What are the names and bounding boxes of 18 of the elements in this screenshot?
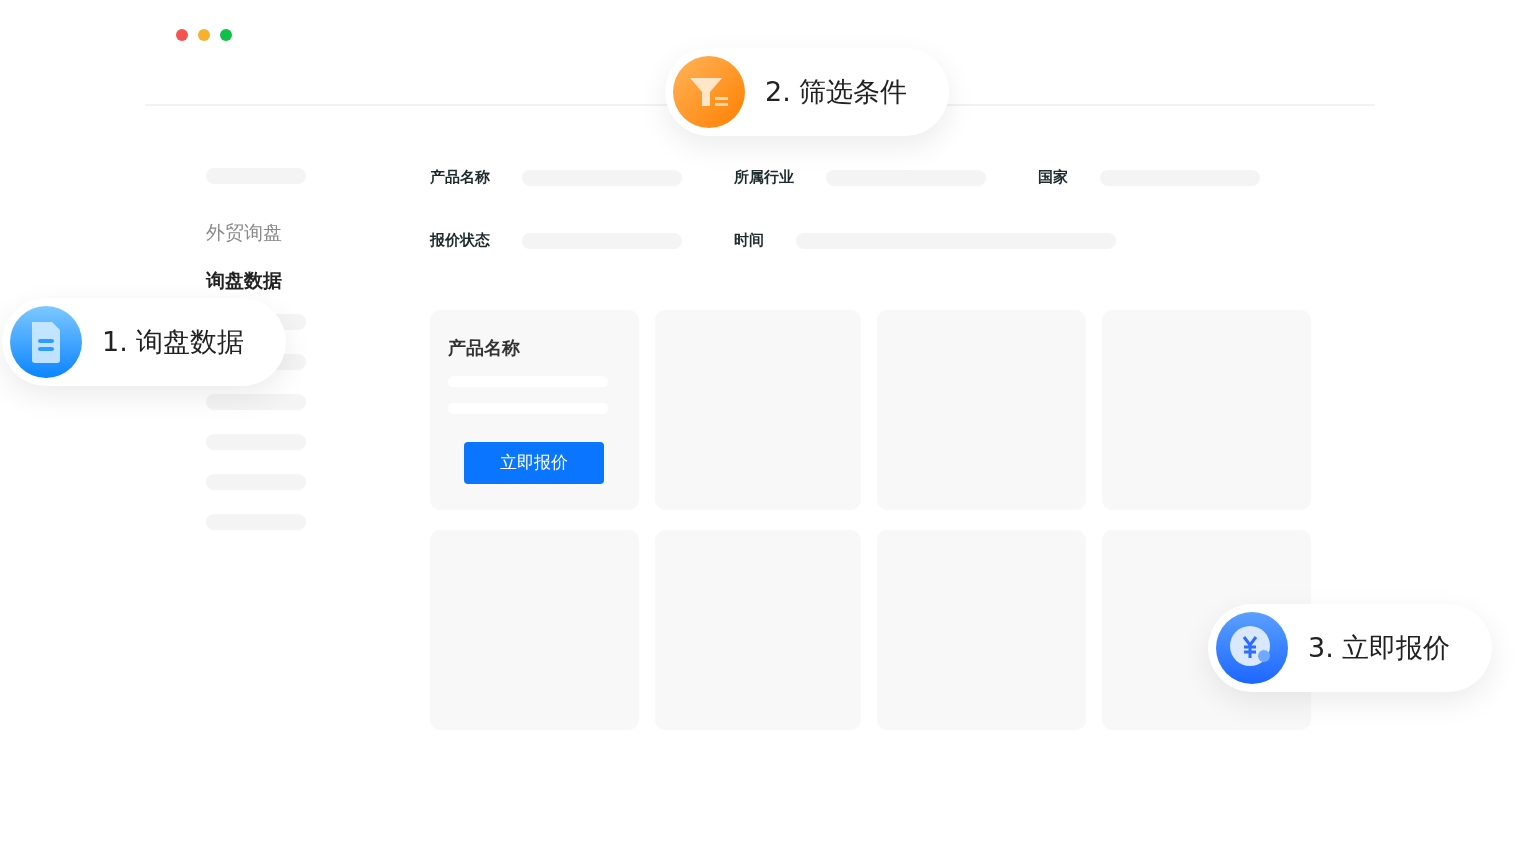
minimize-dot[interactable] [198,29,210,41]
sidebar-item[interactable]: 询盘数据 [206,268,306,292]
filter-icon [673,56,745,128]
close-dot[interactable] [176,29,188,41]
step-label: 1. 询盘数据 [102,325,245,359]
maximize-dot[interactable] [220,29,232,41]
step-label: 3. 立即报价 [1308,631,1451,665]
filter-label: 产品名称 [430,168,490,187]
quote-button[interactable]: 立即报价 [464,441,604,484]
sidebar-item[interactable]: 外贸询盘 [206,220,306,244]
filter-label: 所属行业 [734,168,794,187]
filter-label: 时间 [734,231,764,250]
yuan-coin-icon [1216,612,1288,684]
step-label: 2. 筛选条件 [765,75,908,109]
filter-label: 报价状态 [430,231,490,250]
filter-label: 国家 [1038,168,1068,187]
document-icon [10,306,82,378]
card-title: 产品名称 [448,336,521,360]
